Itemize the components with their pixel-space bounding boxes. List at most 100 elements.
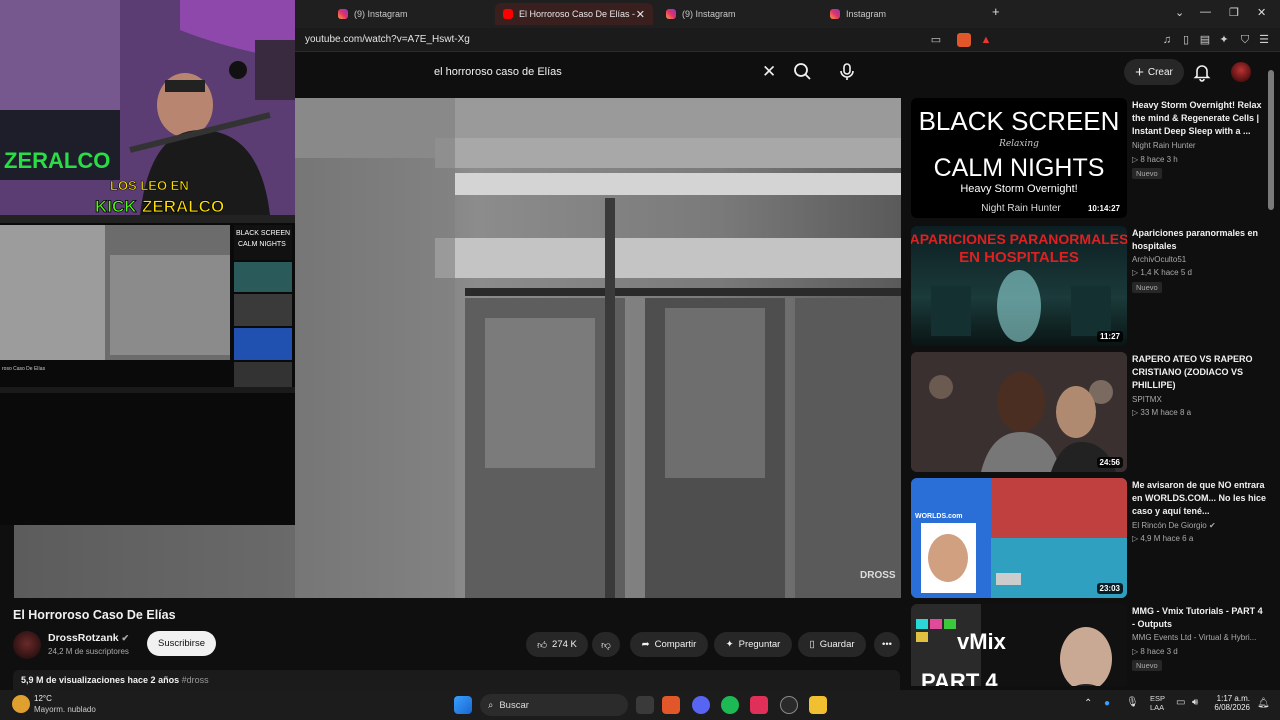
account-avatar[interactable] [1231, 62, 1251, 82]
minimize-icon[interactable]: — [1200, 6, 1211, 18]
rec-channel[interactable]: SPITMX [1132, 395, 1162, 404]
input-language[interactable]: ESP LAA [1150, 694, 1165, 712]
rec-channel[interactable]: ArchivOculto51 [1132, 255, 1186, 264]
recommendation-item[interactable]: BLACK SCREEN Relaxing CALM NIGHTS Heavy … [911, 98, 1271, 220]
extensions-icon[interactable]: ✦ [1217, 33, 1231, 47]
close-window-icon[interactable]: ✕ [1257, 6, 1266, 19]
wallet-icon[interactable]: ▤ [1198, 33, 1212, 47]
share-button[interactable]: ➦ Compartir [630, 632, 708, 657]
thumbnail-image: BLACK SCREEN Relaxing CALM NIGHTS Heavy … [919, 106, 1120, 214]
rec-channel[interactable]: MMG Events Ltd - Virtual & Hybri... [1132, 633, 1256, 642]
maximize-icon[interactable]: ❐ [1229, 6, 1239, 19]
taskbar-search-label: Buscar [499, 699, 529, 711]
video-thumbnail[interactable]: APARICIONES PARANORMALES EN HOSPITALES 1… [911, 226, 1127, 346]
voice-search-button[interactable] [835, 60, 859, 84]
video-thumbnail[interactable]: BLACK SCREEN Relaxing CALM NIGHTS Heavy … [911, 98, 1127, 218]
volume-icon[interactable]: 🔊︎ [1192, 697, 1198, 708]
browser-tab-youtube[interactable]: El Horroroso Caso De Elías - You ✕ [495, 3, 653, 25]
more-actions-button[interactable]: ••• [874, 632, 900, 657]
ask-button[interactable]: ✦ Preguntar [714, 632, 792, 657]
cast-icon[interactable]: ▭ [929, 33, 943, 47]
chevron-down-icon[interactable]: ⌄ [1175, 6, 1184, 19]
browser-tab-instagram-2[interactable]: (9) Instagram [658, 3, 816, 25]
weather-icon[interactable] [12, 695, 30, 713]
brave-browser-icon[interactable] [662, 696, 680, 714]
close-tab-icon[interactable]: ✕ [636, 8, 645, 21]
rec-channel[interactable]: El Rincón De Giorgio ✔ [1132, 521, 1216, 530]
channel-name-text[interactable]: DrossRotzank [48, 632, 119, 644]
file-explorer-icon[interactable] [809, 696, 827, 714]
browser-tab-instagram-1[interactable]: (9) Instagram [330, 3, 488, 25]
webcam-overlay: ZERALCO LOS LEO EN KICK ZERALCO [0, 0, 295, 215]
like-button[interactable]: 👍︎ 274 K [526, 632, 588, 657]
streamer-webcam-image: ZERALCO LOS LEO EN KICK ZERALCO [0, 0, 295, 215]
brave-shield-icon[interactable] [957, 33, 971, 47]
save-button[interactable]: ▯ Guardar [798, 632, 866, 657]
notifications-button[interactable] [1192, 62, 1212, 82]
microphone-icon[interactable]: 🎙︎ [1126, 697, 1139, 708]
recommendation-item[interactable]: APARICIONES PARANORMALES EN HOSPITALES 1… [911, 226, 1271, 348]
taskbar-search-box[interactable]: ⌕ Buscar [480, 694, 628, 716]
banner-name: ZERALCO [142, 197, 224, 215]
clock[interactable]: 1:17 a.m. 6/08/2026 [1212, 694, 1250, 712]
video-player[interactable]: DROSS [295, 98, 901, 598]
obs-icon[interactable] [780, 696, 798, 714]
weather-desc[interactable]: Mayorm. nublado [34, 705, 96, 714]
windows-start-icon[interactable] [454, 696, 472, 714]
new-tab-button[interactable]: + [992, 4, 1000, 19]
video-thumbnail[interactable]: 24:56 [911, 352, 1127, 472]
rec-title[interactable]: RAPERO ATEO VS RAPERO CRISTIANO (ZODIACO… [1132, 353, 1267, 392]
search-input[interactable]: el horroroso caso de Elías [434, 66, 562, 78]
verified-icon: ✔ [1208, 521, 1216, 530]
views-text: 5,9 M de visualizaciones hace 2 años [21, 675, 180, 685]
rec-channel[interactable]: Night Rain Hunter [1132, 141, 1196, 150]
task-view-icon[interactable] [636, 696, 654, 714]
vpn-shield-icon[interactable]: ⛉ [1238, 33, 1252, 47]
dislike-button[interactable]: 👎︎ [592, 632, 620, 657]
bookmark-icon: ▯ [809, 639, 815, 650]
recommendation-item[interactable]: 24:56 RAPERO ATEO VS RAPERO CRISTIANO (Z… [911, 352, 1271, 474]
search-button[interactable] [790, 60, 816, 84]
music-icon[interactable]: ♫ [1160, 33, 1174, 47]
description-box[interactable]: 5,9 M de visualizaciones hace 2 años #dr… [13, 670, 900, 690]
clear-search-icon[interactable]: ✕ [762, 62, 776, 82]
create-button[interactable]: + Crear [1124, 59, 1184, 85]
rec-title[interactable]: Heavy Storm Overnight! Relax the mind & … [1132, 99, 1267, 138]
address-bar[interactable]: youtube.com/watch?v=A7E_Hswt-Xg ▭ ▲ ♫ ▯ … [295, 28, 1280, 52]
hashtag-link[interactable]: #dross [182, 675, 209, 685]
video-player-left-strip[interactable] [14, 525, 295, 598]
rec-title[interactable]: Apariciones paranormales en hospitales [1132, 227, 1267, 253]
video-thumbnail[interactable]: vMix PART 4 [911, 604, 1127, 686]
mini-screen-image: BLACK SCREEN CALM NIGHTS roso Caso De El… [0, 215, 295, 393]
rec-channel-text[interactable]: El Rincón De Giorgio [1132, 521, 1207, 530]
channel-avatar[interactable] [13, 631, 41, 659]
network-icon[interactable]: ▭ [1176, 697, 1185, 708]
recommendation-item[interactable]: vMix PART 4 MMG - Vmix Tutorials - PART … [911, 604, 1271, 686]
subscribe-button[interactable]: Suscribirse [147, 631, 216, 656]
page-scrollbar[interactable] [1268, 70, 1274, 210]
rec-title[interactable]: Me avisaron de que NO entrara en WORLDS.… [1132, 479, 1267, 518]
menu-icon[interactable]: ☰ [1257, 33, 1271, 47]
weather-temp[interactable]: 12°C [34, 694, 52, 703]
search-box[interactable]: el horroroso caso de Elías ✕ [424, 60, 788, 84]
new-badge: Nuevo [1132, 168, 1162, 179]
rewards-icon[interactable]: ▲ [979, 33, 993, 47]
notification-center-icon[interactable]: 🔔︎ [1257, 698, 1270, 709]
bell-icon [1193, 65, 1211, 82]
chevron-up-icon[interactable]: ⌃ [1084, 698, 1092, 709]
new-badge: Nuevo [1132, 660, 1162, 671]
url-text[interactable]: youtube.com/watch?v=A7E_Hswt-Xg [305, 34, 470, 45]
rec-title[interactable]: MMG - Vmix Tutorials - PART 4 - Outputs [1132, 605, 1267, 631]
video-thumbnail[interactable]: WORLDS.com 23:03 [911, 478, 1127, 598]
discord-icon[interactable] [692, 696, 710, 714]
recommendation-item[interactable]: WORLDS.com 23:03 Me avisaron de que NO e… [911, 478, 1271, 600]
tiktok-live-icon[interactable] [750, 696, 768, 714]
thumb-text: BLACK SCREEN [919, 106, 1120, 136]
tray-app-icon[interactable]: ● [1104, 698, 1110, 709]
browser-tab-instagram-3[interactable]: Instagram [822, 3, 980, 25]
thumbnail-image: WORLDS.com [911, 478, 1127, 598]
channel-name[interactable]: DrossRotzank ✔ [48, 632, 129, 644]
thumb-text: PART 4 [921, 669, 998, 686]
spotify-icon[interactable] [721, 696, 739, 714]
sidebar-icon[interactable]: ▯ [1179, 33, 1193, 47]
